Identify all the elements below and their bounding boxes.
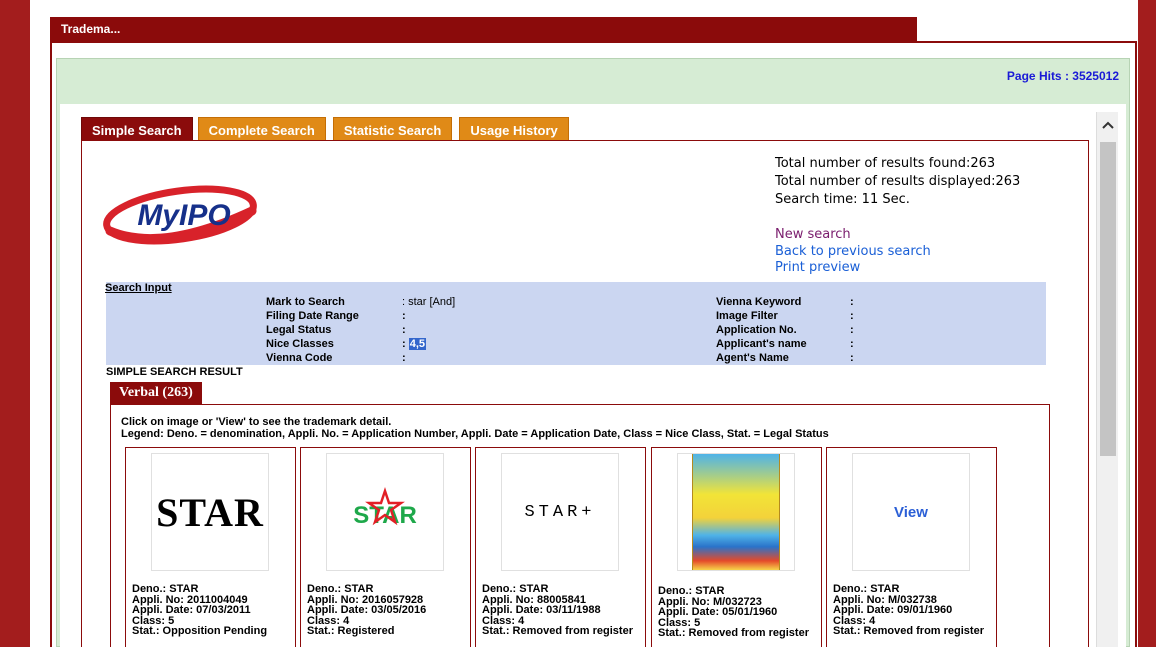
trademark-deno: Deno.: STAR	[658, 585, 725, 597]
trademark-details: Deno.: STAR Appli. No: 2011004049 Appli.…	[132, 584, 267, 637]
search-tabs: Simple Search Complete Search Statistic …	[81, 117, 576, 141]
search-input-heading: Search Input	[105, 282, 172, 294]
trademark-image[interactable]	[677, 453, 795, 571]
star-logo-image: STAR	[353, 487, 417, 529]
trademark-status: Stat.: Opposition Pending	[132, 625, 268, 637]
trademark-card[interactable]: Deno.: STAR Appli. No: M/032723 Appli. D…	[651, 447, 822, 647]
trademark-status: Stat.: Removed from register	[658, 627, 809, 639]
vertical-scrollbar[interactable]	[1096, 112, 1118, 647]
trademark-status: Stat.: Registered	[307, 625, 395, 637]
criteria-label: Application No.	[716, 324, 797, 336]
myipo-logo: MyIPO	[102, 181, 262, 253]
criteria-value-prefix: :	[402, 338, 409, 350]
trademark-image[interactable]: STAR	[326, 453, 444, 571]
criteria-value: :	[402, 352, 406, 364]
trademark-date: Appli. Date: 07/03/2011	[132, 604, 251, 616]
scrollbar-thumb[interactable]	[1100, 142, 1116, 456]
page-hits-counter: Page Hits : 3525012	[1006, 69, 1119, 83]
trademark-details: Deno.: STAR Appli. No: 88005841 Appli. D…	[482, 584, 633, 637]
trademark-image[interactable]: View	[852, 453, 970, 571]
results-displayed: Total number of results displayed:263	[775, 174, 1021, 189]
action-links: New search Back to previous search Print…	[775, 227, 931, 277]
search-time: Search time: 11 Sec.	[775, 192, 910, 207]
criteria-value: :	[850, 352, 854, 364]
verbal-results-box: Click on image or 'View' to see the trad…	[110, 404, 1050, 647]
criteria-label: Mark to Search	[266, 296, 345, 308]
criteria-label: Applicant's name	[716, 338, 807, 350]
window-title: Tradema...	[50, 17, 917, 41]
trademark-date: Appli. Date: 09/01/1960	[833, 604, 953, 616]
criteria-value: :	[402, 324, 406, 336]
new-search-link[interactable]: New search	[775, 227, 931, 244]
trademark-card[interactable]: STAR Deno.: STAR Appli. No: 2011004049 A…	[125, 447, 296, 647]
trademark-card[interactable]: STAR Deno.: STAR Appli. No: 2016057928 A…	[300, 447, 471, 647]
results-summary: Total number of results found:263 Total …	[775, 155, 1020, 209]
tab-statistic-search[interactable]: Statistic Search	[332, 117, 453, 141]
results-found: Total number of results found:263	[775, 156, 996, 171]
trademark-deno: Deno.: STAR	[132, 583, 199, 595]
search-result-panel: MyIPO Total number of results found:263 …	[81, 140, 1089, 647]
criteria-value: : 4,5	[402, 337, 427, 351]
criteria-label: Agent's Name	[716, 352, 789, 364]
tab-usage-history[interactable]: Usage History	[459, 117, 569, 141]
trademark-deno: Deno.: STAR	[833, 583, 900, 595]
criteria-value: :	[850, 296, 854, 308]
criteria-value: :	[850, 310, 854, 322]
trademark-image-text: STAR+	[524, 502, 596, 522]
trademark-card[interactable]: STAR+ Deno.: STAR Appli. No: 88005841 Ap…	[475, 447, 646, 647]
back-to-previous-search-link[interactable]: Back to previous search	[775, 244, 931, 261]
trademark-deno: Deno.: STAR	[482, 583, 549, 595]
trademark-card[interactable]: View Deno.: STAR Appli. No: M/032738 App…	[826, 447, 997, 647]
trademark-date: Appli. Date: 03/05/2016	[307, 604, 427, 616]
window-edge-right	[1138, 0, 1156, 647]
trademark-date: Appli. Date: 03/11/1988	[482, 604, 601, 616]
criteria-label: Vienna Keyword	[716, 296, 802, 308]
simple-search-result-heading: SIMPLE SEARCH RESULT	[106, 366, 243, 378]
instruction-text: Click on image or 'View' to see the trad…	[121, 416, 392, 428]
criteria-label: Legal Status	[266, 324, 332, 336]
trademark-image-text: STAR	[156, 489, 264, 535]
criteria-label: Image Filter	[716, 310, 778, 322]
print-preview-link[interactable]: Print preview	[775, 260, 931, 277]
tab-complete-search[interactable]: Complete Search	[197, 117, 326, 141]
tab-verbal[interactable]: Verbal (263)	[110, 382, 202, 405]
window-edge-left	[0, 0, 30, 647]
trademark-deno: Deno.: STAR	[307, 583, 374, 595]
criteria-value: :	[402, 310, 406, 322]
result-instructions: Click on image or 'View' to see the trad…	[121, 416, 829, 440]
criteria-value: : star [And]	[402, 296, 456, 308]
criteria-value: :	[850, 338, 854, 350]
trademark-image[interactable]: STAR+	[501, 453, 619, 571]
trademark-status: Stat.: Removed from register	[833, 625, 984, 637]
trademark-date: Appli. Date: 05/01/1960	[658, 606, 778, 618]
label-poster-image	[692, 454, 780, 570]
trademark-details: Deno.: STAR Appli. No: 2016057928 Appli.…	[307, 584, 426, 637]
trademark-details: Deno.: STAR Appli. No: M/032738 Appli. D…	[833, 584, 984, 637]
criteria-label: Filing Date Range	[266, 310, 359, 322]
logo-text: MyIPO	[137, 199, 230, 232]
trademark-status: Stat.: Removed from register	[482, 625, 633, 637]
chevron-up-icon[interactable]	[1101, 118, 1115, 134]
search-criteria-box: Mark to Search : star [And] Filing Date …	[106, 282, 1046, 365]
tab-simple-search[interactable]: Simple Search	[81, 117, 193, 141]
criteria-value: :	[850, 324, 854, 336]
legend-text: Legend: Deno. = denomination, Appli. No.…	[121, 427, 829, 440]
view-link[interactable]: View	[894, 504, 928, 521]
trademark-image[interactable]: STAR	[151, 453, 269, 571]
criteria-label: Vienna Code	[266, 352, 333, 364]
criteria-label: Nice Classes	[266, 338, 334, 350]
trademark-details: Deno.: STAR Appli. No: M/032723 Appli. D…	[658, 586, 809, 639]
selected-text[interactable]: 4,5	[408, 338, 427, 350]
